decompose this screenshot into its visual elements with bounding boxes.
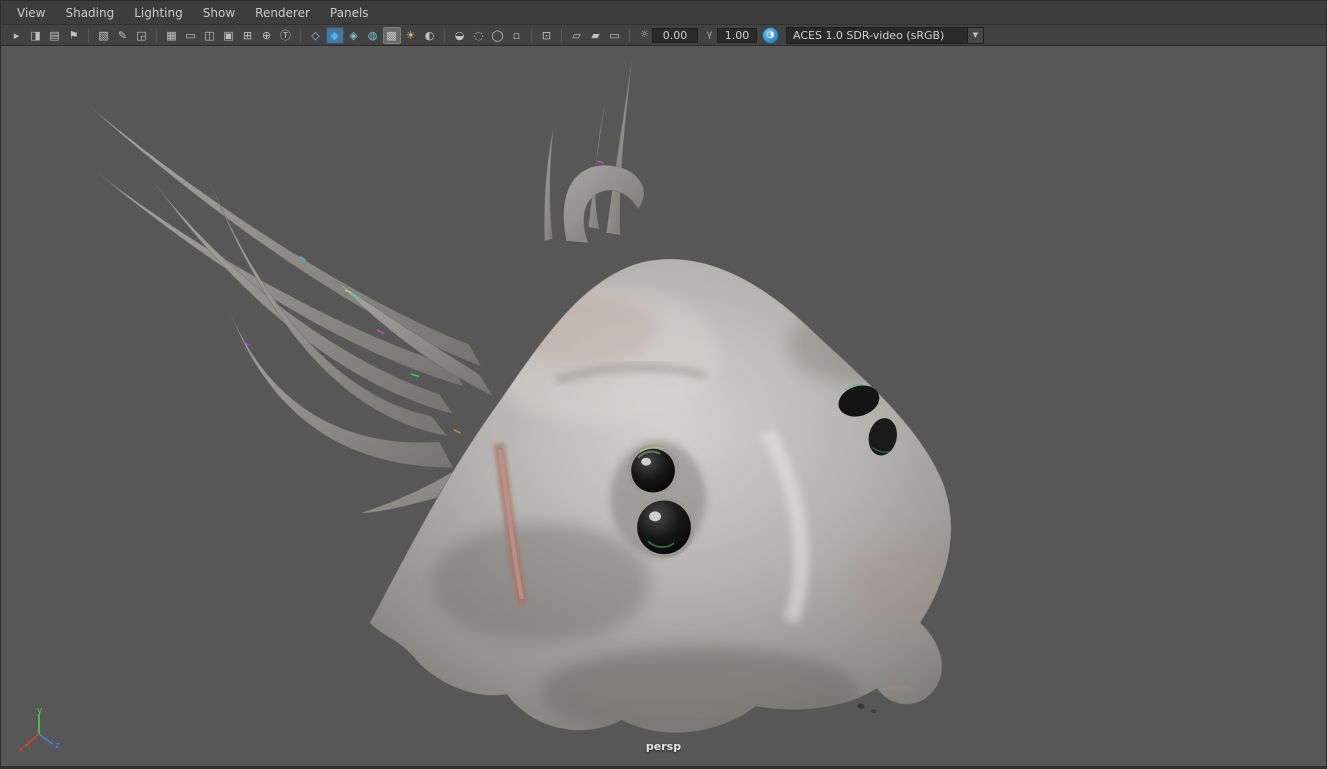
toolbar-divider	[561, 28, 562, 42]
xray-icon[interactable]: ▱	[568, 27, 586, 44]
grease-pencil-icon[interactable]: ✎	[114, 27, 132, 44]
menu-view[interactable]: View	[7, 1, 55, 24]
menu-panels[interactable]: Panels	[320, 1, 379, 24]
image-tools-group: ▧ ✎ ◲	[94, 27, 151, 44]
use-default-material-icon[interactable]: ▩	[382, 26, 401, 44]
shading-tools-group: ◇ ◆ ◈ ◍ ▩ ☀ ◐	[306, 26, 439, 44]
gate-tools-group: ▦ ▭ ◫ ▣ ⊞ ⊕ Ⓣ	[162, 27, 295, 44]
plate-icon[interactable]: ▭	[606, 27, 624, 44]
render-fx-group: ◒ ◌ ◯ ▫	[450, 27, 526, 44]
anti-alias-icon[interactable]: ▫	[508, 27, 526, 44]
toolbar-divider	[531, 28, 532, 42]
toolbar-divider	[88, 28, 89, 42]
depth-of-field-icon[interactable]: ◯	[489, 27, 507, 44]
resolution-gate-icon[interactable]: ◫	[201, 27, 219, 44]
maya-viewport-panel: View Shading Lighting Show Renderer Pane…	[0, 0, 1327, 769]
safe-action-icon[interactable]: ⊕	[258, 27, 276, 44]
camera-attributes-icon[interactable]: ▤	[46, 27, 64, 44]
gate-mask-icon[interactable]: ▣	[220, 27, 238, 44]
safe-title-icon[interactable]: Ⓣ	[277, 27, 295, 44]
film-gate-icon[interactable]: ▭	[182, 27, 200, 44]
toolbar-divider	[629, 28, 630, 42]
isolate-group: ⊡	[537, 27, 556, 44]
view-transform-dropdown[interactable]: ACES 1.0 SDR-video (sRGB) ▼	[786, 26, 984, 44]
gamma-input[interactable]	[717, 27, 757, 43]
creature-model[interactable]	[1, 46, 1326, 766]
camera-tools-group: ▸ ◨ ▤ ⚑	[7, 27, 83, 44]
viewport-toolbar: ▸ ◨ ▤ ⚑ ▧ ✎ ◲ ▦ ▭ ◫ ▣ ⊞ ⊕ Ⓣ ◇ ◆ ◈ ◍ ▩ ☀ …	[1, 25, 1326, 46]
camera-label: persp	[645, 740, 682, 753]
motion-blur-icon[interactable]: ◌	[470, 27, 488, 44]
textured-icon[interactable]: ◍	[364, 27, 382, 44]
menu-lighting[interactable]: Lighting	[124, 1, 193, 24]
smooth-shade-icon[interactable]: ◆	[325, 26, 344, 44]
exposure-control: ☼	[637, 27, 698, 43]
bookmark-icon[interactable]: ⚑	[65, 27, 83, 44]
toolbar-divider	[300, 28, 301, 42]
xray-group: ▱ ▰ ▭	[567, 27, 624, 44]
field-chart-icon[interactable]: ⊞	[239, 27, 257, 44]
shadows-icon[interactable]: ◐	[421, 27, 439, 44]
toolbar-divider	[444, 28, 445, 42]
axis-z-label: z	[55, 741, 60, 751]
wireframe-icon[interactable]: ◇	[307, 27, 325, 44]
exposure-icon[interactable]: ☼	[637, 28, 652, 43]
menu-renderer[interactable]: Renderer	[245, 1, 320, 24]
lights-icon[interactable]: ☀	[402, 27, 420, 44]
grid-icon[interactable]: ▦	[163, 27, 181, 44]
axis-gizmo[interactable]: y x z	[15, 706, 63, 754]
xray-joints-icon[interactable]: ▰	[587, 27, 605, 44]
axis-x-label: x	[18, 745, 24, 754]
menu-show[interactable]: Show	[193, 1, 245, 24]
lock-camera-icon[interactable]: ◨	[27, 27, 45, 44]
image-plane-icon[interactable]: ▧	[95, 27, 113, 44]
select-camera-icon[interactable]: ▸	[8, 27, 26, 44]
gamma-icon[interactable]: γ	[702, 28, 717, 43]
exposure-input[interactable]	[652, 27, 698, 43]
isolate-select-icon[interactable]: ⊡	[538, 27, 556, 44]
panel-menu-bar: View Shading Lighting Show Renderer Pane…	[1, 1, 1326, 25]
view-transform-value: ACES 1.0 SDR-video (sRGB)	[793, 28, 945, 42]
axis-y-label: y	[37, 706, 43, 716]
pan-zoom-icon[interactable]: ◲	[133, 27, 151, 44]
occlusion-icon[interactable]: ◒	[451, 27, 469, 44]
flat-shade-icon[interactable]: ◈	[345, 27, 363, 44]
toolbar-divider	[156, 28, 157, 42]
gamma-control: γ	[702, 27, 757, 43]
color-management-icon[interactable]: ◑	[763, 27, 778, 43]
menu-shading[interactable]: Shading	[55, 1, 124, 24]
viewport[interactable]: y x z persp	[1, 46, 1326, 768]
chevron-down-icon: ▼	[967, 27, 983, 43]
